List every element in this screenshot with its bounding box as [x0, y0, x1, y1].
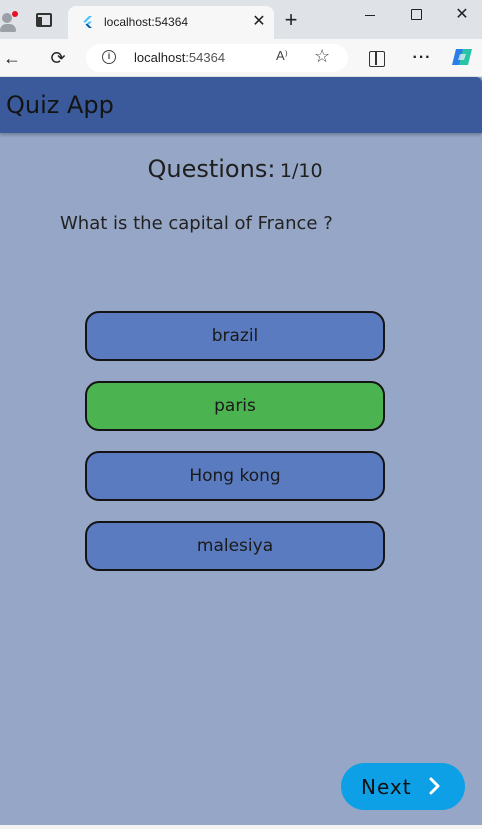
favorite-star-icon[interactable]: ☆	[314, 46, 330, 67]
url-host: localhost	[134, 50, 186, 65]
question-text: What is the capital of France ?	[60, 213, 333, 234]
url-port: :54364	[185, 50, 226, 65]
address-bar[interactable]: i localhost:54364 A⁾ ☆	[86, 44, 348, 72]
answer-option-button-correct[interactable]: paris	[85, 381, 385, 431]
profile-avatar-icon[interactable]	[0, 11, 18, 33]
browser-toolbar: ← ⟳ i localhost:54364 A⁾ ☆ ···	[0, 39, 482, 77]
quiz-page: Quiz App Questions: 1/10 What is the cap…	[0, 77, 482, 825]
flutter-favicon-icon	[83, 16, 92, 28]
read-aloud-icon[interactable]: A⁾	[276, 48, 288, 64]
close-tab-icon[interactable]: ✕	[250, 12, 268, 32]
minimize-window-icon[interactable]	[358, 6, 382, 24]
answer-option-button[interactable]: Hong kong	[85, 451, 385, 501]
close-window-icon[interactable]: ✕	[450, 6, 474, 24]
tab-title: localhost:54364	[104, 15, 189, 29]
answer-option-button[interactable]: brazil	[85, 311, 385, 361]
answer-option-button[interactable]: malesiya	[85, 521, 385, 571]
answer-options: brazil paris Hong kong malesiya	[85, 311, 385, 591]
question-counter-value: 1/10	[279, 160, 323, 182]
tab-actions-icon[interactable]	[36, 13, 52, 27]
new-tab-button[interactable]: +	[281, 8, 301, 32]
site-info-icon[interactable]: i	[102, 50, 116, 64]
reload-icon[interactable]: ⟳	[46, 46, 70, 70]
browser-tab-bar: localhost:54364 ✕ + ✕	[0, 0, 482, 39]
copilot-icon[interactable]	[450, 45, 474, 69]
chevron-right-icon	[429, 777, 440, 795]
split-screen-icon[interactable]	[364, 46, 388, 70]
more-menu-icon[interactable]: ···	[410, 46, 434, 70]
back-arrow-icon[interactable]: ←	[0, 46, 24, 70]
question-counter-label: Questions:	[147, 155, 276, 183]
address-url: localhost:54364	[134, 50, 225, 65]
app-bar: Quiz App	[0, 77, 482, 133]
app-title: Quiz App	[6, 91, 114, 119]
maximize-window-icon[interactable]	[404, 6, 428, 24]
browser-tab[interactable]: localhost:54364 ✕	[68, 6, 274, 39]
question-counter: Questions: 1/10	[0, 155, 470, 183]
next-button-label: Next	[361, 774, 412, 799]
next-button[interactable]: Next	[341, 763, 465, 810]
